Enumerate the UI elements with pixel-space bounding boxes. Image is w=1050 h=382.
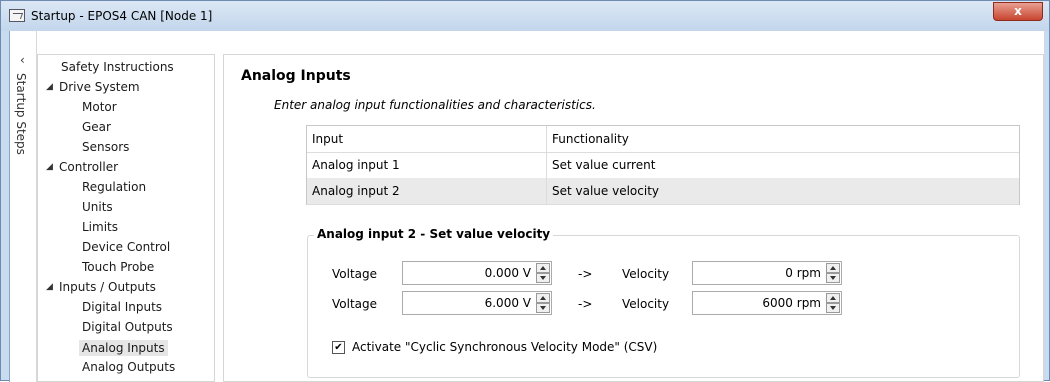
spin-down-icon[interactable] [826,273,840,283]
column-divider[interactable] [546,126,547,204]
voltage-2-spinbox[interactable]: 6.000 V [402,291,552,315]
tree-item[interactable]: Regulation [82,180,146,194]
table-row[interactable]: Analog input 1 Set value current [307,152,1019,179]
voltage-1-spinbox[interactable]: 0.000 V [402,261,552,285]
window-title: Startup - EPOS4 CAN [Node 1] [31,9,213,23]
app-icon [9,9,25,22]
analog-input-2-group: Analog input 2 - Set value velocity Volt… [307,227,1020,378]
voltage-1-value: 0.000 V [484,266,531,280]
tree-item[interactable]: Analog Outputs [82,360,175,374]
client-area: ‹ Startup Steps Safety Instructions ◢ Driv… [9,31,1044,382]
column-header-functionality[interactable]: Functionality [547,126,1019,152]
group-title: Analog input 2 - Set value velocity [314,227,554,241]
tree-item[interactable]: Gear [82,120,111,134]
startup-steps-strip[interactable]: ‹ Startup Steps [10,31,37,382]
expand-arrow-icon[interactable]: ◢ [46,282,53,292]
tree-item[interactable]: Limits [82,220,118,234]
spin-up-icon[interactable] [536,293,550,303]
title-bar[interactable]: Startup - EPOS4 CAN [Node 1] x [1,1,1049,31]
startup-window: Startup - EPOS4 CAN [Node 1] x ‹ Startup… [0,0,1050,382]
arrow-text: -> [578,267,593,281]
tree-item[interactable]: Controller [59,160,118,174]
main-panel: Analog Inputs Enter analog input functio… [223,54,1044,382]
expand-arrow-icon[interactable]: ◢ [46,162,53,172]
velocity-1-stepper [826,263,840,283]
voltage-2-value: 6.000 V [484,296,531,310]
close-button[interactable]: x [993,2,1043,21]
inputs-table: Input Functionality Analog input 1 Set v… [306,125,1020,205]
tree-item[interactable]: Inputs / Outputs [59,280,156,294]
tree-item[interactable]: Analog Inputs [79,340,168,356]
table-cell-input: Analog input 1 [312,158,400,172]
spin-down-icon[interactable] [536,273,550,283]
csv-mode-checkbox[interactable]: ✔ [332,341,345,354]
tree-item[interactable]: Digital Outputs [82,320,173,334]
spin-down-icon[interactable] [826,303,840,313]
tree-item[interactable]: Digital Inputs [82,300,162,314]
arrow-text: -> [578,297,593,311]
table-cell-functionality[interactable]: Set value velocity [547,178,1019,204]
tree-item[interactable]: Motor [82,100,117,114]
velocity-label: Velocity [622,297,670,311]
velocity-1-spinbox[interactable]: 0 rpm [692,261,842,285]
expand-arrow-icon[interactable]: ◢ [46,82,53,92]
spin-up-icon[interactable] [826,263,840,273]
startup-steps-label: Startup Steps [14,73,28,155]
tree-item[interactable]: Drive System [59,80,140,94]
velocity-2-stepper [826,293,840,313]
voltage-1-stepper [536,263,550,283]
table-row[interactable]: Analog input 2 Set value velocity [307,178,1019,205]
page-description: Enter analog input functionalities and c… [274,98,596,112]
spin-up-icon[interactable] [536,263,550,273]
velocity-1-value: 0 rpm [785,266,821,280]
tree-item[interactable]: Touch Probe [82,260,154,274]
voltage-label: Voltage [332,297,378,311]
voltage-label: Voltage [332,267,378,281]
page-title: Analog Inputs [241,68,351,84]
velocity-2-spinbox[interactable]: 6000 rpm [692,291,842,315]
csv-mode-label[interactable]: Activate "Cyclic Synchronous Velocity Mo… [352,340,657,354]
table-header-row: Input Functionality [307,126,1019,153]
table-cell-functionality[interactable]: Set value current [547,152,1019,178]
velocity-2-value: 6000 rpm [762,296,821,310]
velocity-label: Velocity [622,267,670,281]
tree-item[interactable]: Device Control [82,240,170,254]
spin-up-icon[interactable] [826,293,840,303]
voltage-2-stepper [536,293,550,313]
tree-item[interactable]: Sensors [82,140,129,154]
table-cell-input: Analog input 2 [312,184,400,198]
tree-item[interactable]: Safety Instructions [61,60,174,74]
spin-down-icon[interactable] [536,303,550,313]
collapse-chevron-icon[interactable]: ‹ [20,53,25,67]
tree-item[interactable]: Units [82,200,113,214]
column-header-input[interactable]: Input [307,126,546,152]
steps-tree: Safety Instructions ◢ Drive System Motor Gea… [37,54,215,382]
